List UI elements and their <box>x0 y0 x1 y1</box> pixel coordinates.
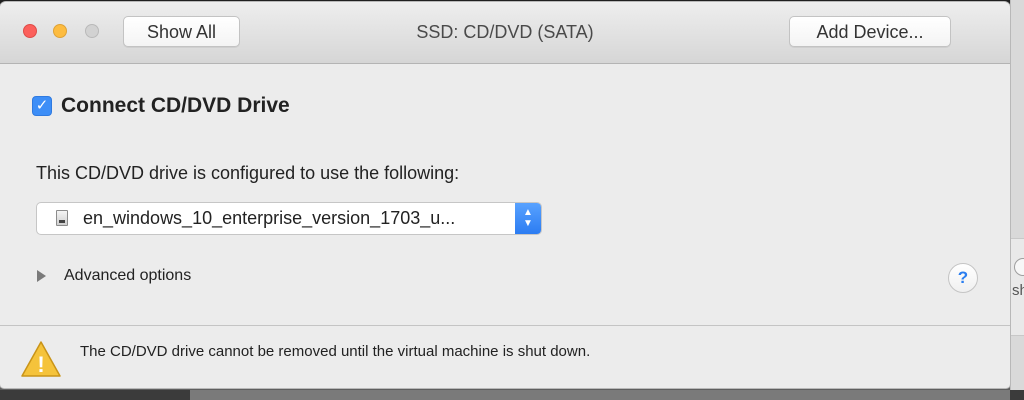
background-window-edge <box>1010 0 1024 400</box>
window-title: SSD: CD/DVD (SATA) <box>416 22 594 42</box>
warning-message: The CD/DVD drive cannot be removed until… <box>80 343 591 360</box>
warning-icon: ! <box>21 341 61 377</box>
title-bar: Show All SSD: CD/DVD (SATA) Add Device..… <box>0 2 1010 64</box>
background-window-bottom <box>190 390 1010 400</box>
media-source-select[interactable]: en_windows_10_enterprise_version_1703_u.… <box>36 202 542 235</box>
disk-image-icon <box>56 210 68 226</box>
add-device-button[interactable]: Add Device... <box>789 16 951 47</box>
zoom-icon[interactable] <box>85 24 99 38</box>
stepper-down-glyph: ▼ <box>523 218 533 229</box>
disclosure-triangle-icon[interactable] <box>37 270 46 282</box>
stepper-up-glyph: ▲ <box>523 207 533 218</box>
show-all-button[interactable]: Show All <box>123 16 240 47</box>
selected-media-file: en_windows_10_enterprise_version_1703_u.… <box>83 208 456 228</box>
warning-glyph: ! <box>37 352 44 377</box>
minimize-icon[interactable] <box>53 24 67 38</box>
help-icon[interactable]: ? <box>948 263 978 293</box>
configuration-description: This CD/DVD drive is configured to use t… <box>36 163 460 183</box>
close-icon[interactable] <box>23 24 37 38</box>
checkbox-check-icon: ✓ <box>35 97 49 114</box>
stepper-icon[interactable]: ▲ ▼ <box>515 203 541 234</box>
footer-divider <box>0 325 1010 326</box>
connect-label[interactable]: Connect CD/DVD Drive <box>61 94 290 118</box>
advanced-options-toggle[interactable]: Advanced options <box>64 267 191 285</box>
connect-checkbox[interactable]: ✓ <box>32 96 52 116</box>
settings-window: Show All SSD: CD/DVD (SATA) Add Device..… <box>0 2 1010 388</box>
background-partial-text: sh <box>1012 282 1024 299</box>
